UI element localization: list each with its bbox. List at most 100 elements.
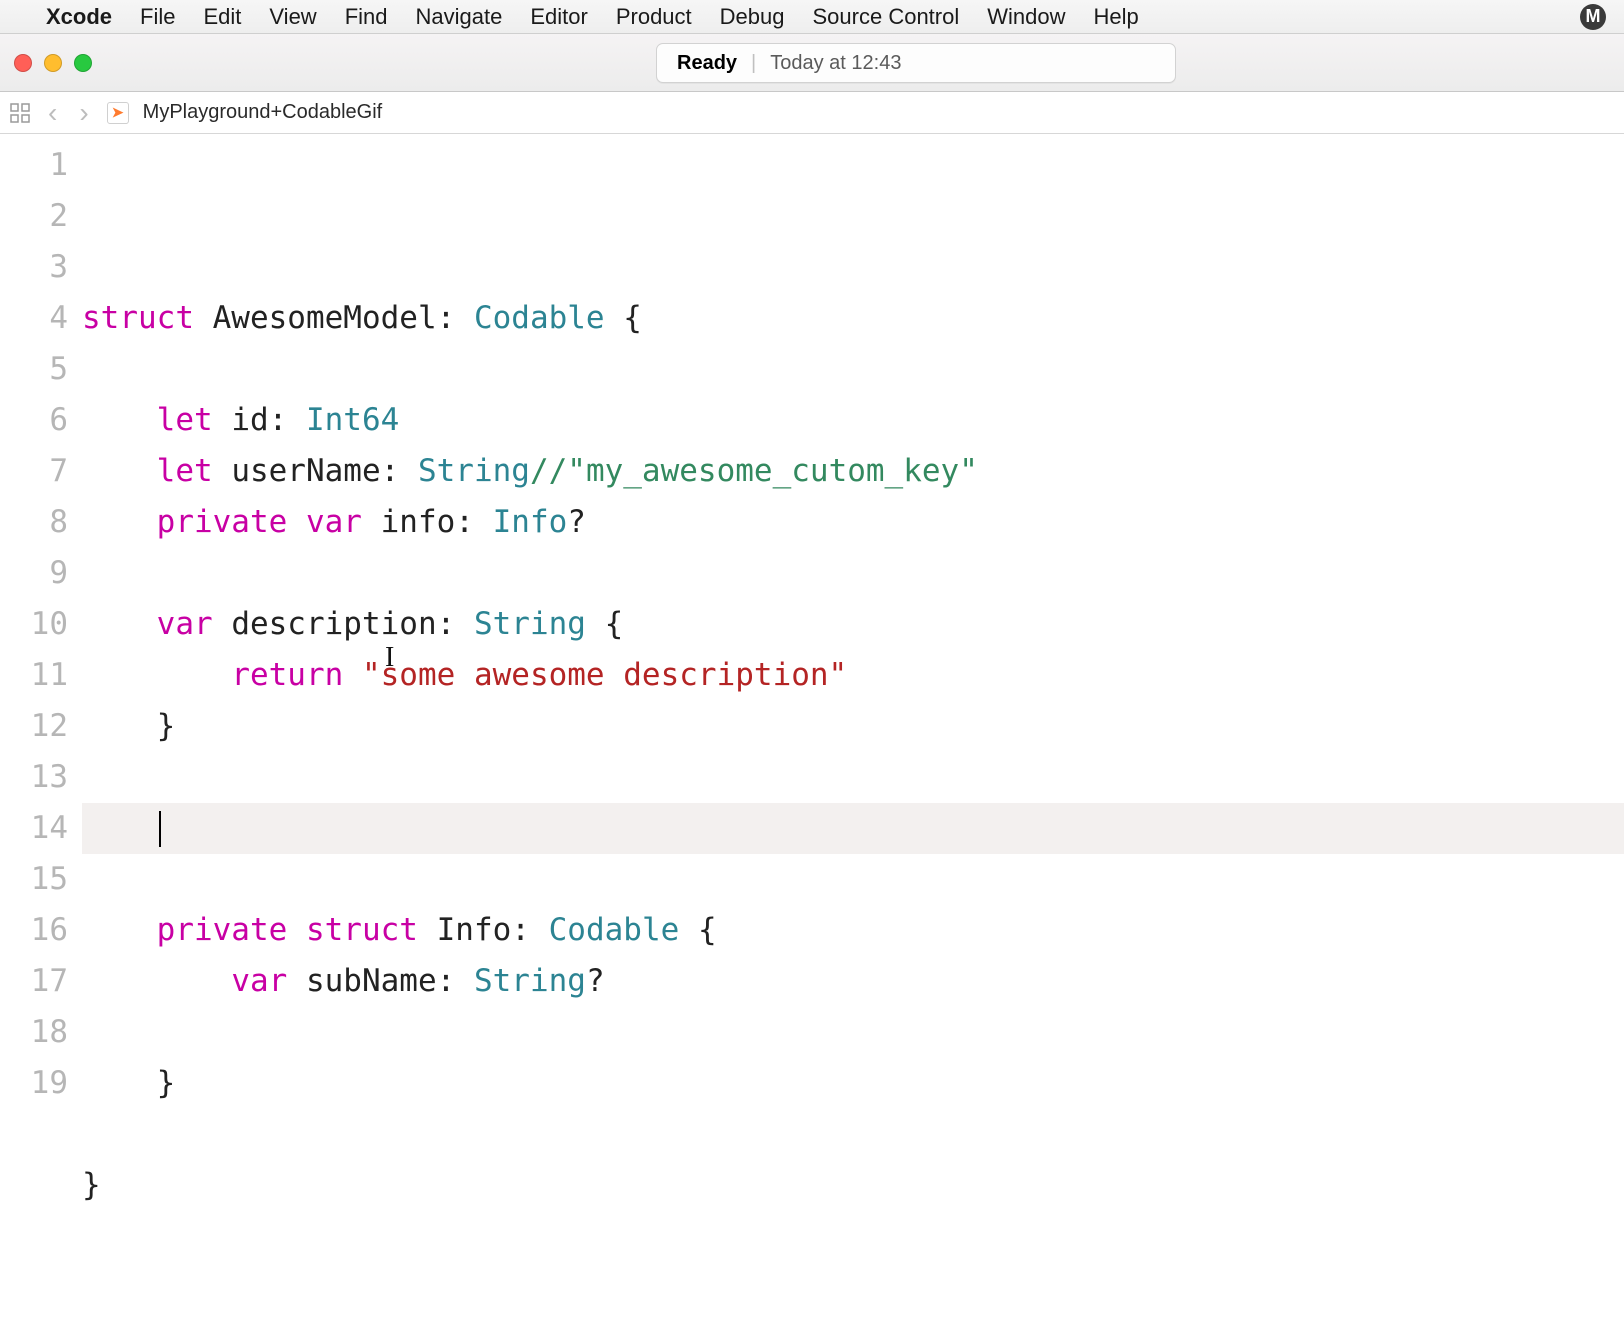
line-number: 3: [0, 242, 68, 293]
menu-item-find[interactable]: Find: [345, 4, 388, 30]
code-token: ?: [567, 497, 586, 548]
line-number: 5: [0, 344, 68, 395]
menu-item-navigate[interactable]: Navigate: [416, 4, 503, 30]
menu-item-help[interactable]: Help: [1094, 4, 1139, 30]
code-token: String: [474, 599, 586, 650]
code-token: Codable: [474, 293, 605, 344]
menu-item-window[interactable]: Window: [987, 4, 1065, 30]
code-area[interactable]: I struct AwesomeModel: Codable { let id:…: [82, 134, 1624, 1334]
code-token: [82, 395, 157, 446]
line-number: 8: [0, 497, 68, 548]
text-caret: [159, 811, 161, 847]
menu-item-edit[interactable]: Edit: [203, 4, 241, 30]
code-token: Info:: [418, 905, 549, 956]
zoom-window-button[interactable]: [74, 54, 92, 72]
close-window-button[interactable]: [14, 54, 32, 72]
line-number: 19: [0, 1058, 68, 1109]
code-line[interactable]: [82, 752, 1624, 803]
macos-menu-bar: Xcode File Edit View Find Navigate Edito…: [0, 0, 1624, 34]
code-token: {: [586, 599, 623, 650]
code-token: "some awesome description": [362, 650, 847, 701]
code-token: [287, 905, 306, 956]
line-number: 6: [0, 395, 68, 446]
code-token: [343, 650, 362, 701]
menu-item-product[interactable]: Product: [616, 4, 692, 30]
line-number: 4: [0, 293, 68, 344]
code-token: AwesomeModel:: [194, 293, 474, 344]
line-number: 1: [0, 140, 68, 191]
menu-item-debug[interactable]: Debug: [720, 4, 785, 30]
code-line[interactable]: [82, 1007, 1624, 1058]
code-line[interactable]: }: [82, 701, 1624, 752]
current-file-name[interactable]: MyPlayground+CodableGif: [143, 101, 383, 124]
activity-status-pill: Ready | Today at 12:43: [656, 43, 1176, 83]
code-line[interactable]: [82, 1211, 1624, 1262]
code-token: private: [157, 905, 288, 956]
code-token: var: [157, 599, 213, 650]
minimize-window-button[interactable]: [44, 54, 62, 72]
code-line[interactable]: [82, 854, 1624, 905]
code-token: Int64: [306, 395, 399, 446]
code-token: String: [474, 956, 586, 1007]
code-token: let: [157, 446, 213, 497]
status-time: Today at 12:43: [770, 52, 901, 75]
code-line[interactable]: return "some awesome description": [82, 650, 1624, 701]
status-separator: |: [751, 52, 756, 75]
menu-item-file[interactable]: File: [140, 4, 175, 30]
code-line[interactable]: let id: Int64: [82, 395, 1624, 446]
code-token: {: [605, 293, 642, 344]
menu-item-source-control[interactable]: Source Control: [813, 4, 960, 30]
code-token: [82, 803, 157, 854]
line-number: 14: [0, 803, 68, 854]
code-line[interactable]: struct AwesomeModel: Codable {: [82, 293, 1624, 344]
menu-item-editor[interactable]: Editor: [530, 4, 587, 30]
code-line[interactable]: [82, 548, 1624, 599]
code-line[interactable]: var description: String {: [82, 599, 1624, 650]
code-line[interactable]: [82, 803, 1624, 854]
code-line[interactable]: }: [82, 1160, 1624, 1211]
code-token: }: [82, 1058, 175, 1109]
code-line[interactable]: private var info: Info?: [82, 497, 1624, 548]
line-number: 2: [0, 191, 68, 242]
code-line[interactable]: var subName: String?: [82, 956, 1624, 1007]
code-line[interactable]: [82, 344, 1624, 395]
code-line[interactable]: private struct Info: Codable {: [82, 905, 1624, 956]
code-line[interactable]: let userName: String//"my_awesome_cutom_…: [82, 446, 1624, 497]
code-token: //"my_awesome_cutom_key": [530, 446, 978, 497]
line-number: 18: [0, 1007, 68, 1058]
code-editor[interactable]: 12345678910111213141516171819 I struct A…: [0, 134, 1624, 1334]
code-token: let: [157, 395, 213, 446]
menu-item-view[interactable]: View: [269, 4, 316, 30]
code-token: }: [82, 701, 175, 752]
code-token: [82, 446, 157, 497]
line-number: 7: [0, 446, 68, 497]
line-number: 15: [0, 854, 68, 905]
code-token: private: [157, 497, 288, 548]
line-number: 9: [0, 548, 68, 599]
line-number: 11: [0, 650, 68, 701]
nav-forward-button[interactable]: ›: [75, 97, 92, 129]
related-items-icon[interactable]: [10, 103, 30, 123]
menu-app-name[interactable]: Xcode: [46, 4, 112, 30]
swift-file-icon: ➤: [107, 102, 129, 124]
code-line[interactable]: }: [82, 1058, 1624, 1109]
code-token: [82, 956, 231, 1007]
menu-extra-badge-label: M: [1586, 6, 1601, 27]
code-token: userName:: [213, 446, 418, 497]
line-number: 10: [0, 599, 68, 650]
code-token: [82, 650, 231, 701]
code-token: ?: [586, 956, 605, 1007]
nav-back-button[interactable]: ‹: [44, 97, 61, 129]
menu-extra-badge[interactable]: M: [1580, 4, 1606, 30]
code-token: id:: [213, 395, 306, 446]
line-number: 17: [0, 956, 68, 1007]
line-number: 12: [0, 701, 68, 752]
code-token: [82, 905, 157, 956]
code-token: return: [231, 650, 343, 701]
code-token: description:: [213, 599, 474, 650]
code-token: String: [418, 446, 530, 497]
code-token: {: [679, 905, 716, 956]
code-token: var: [306, 497, 362, 548]
code-line[interactable]: [82, 1109, 1624, 1160]
code-token: struct: [82, 293, 194, 344]
